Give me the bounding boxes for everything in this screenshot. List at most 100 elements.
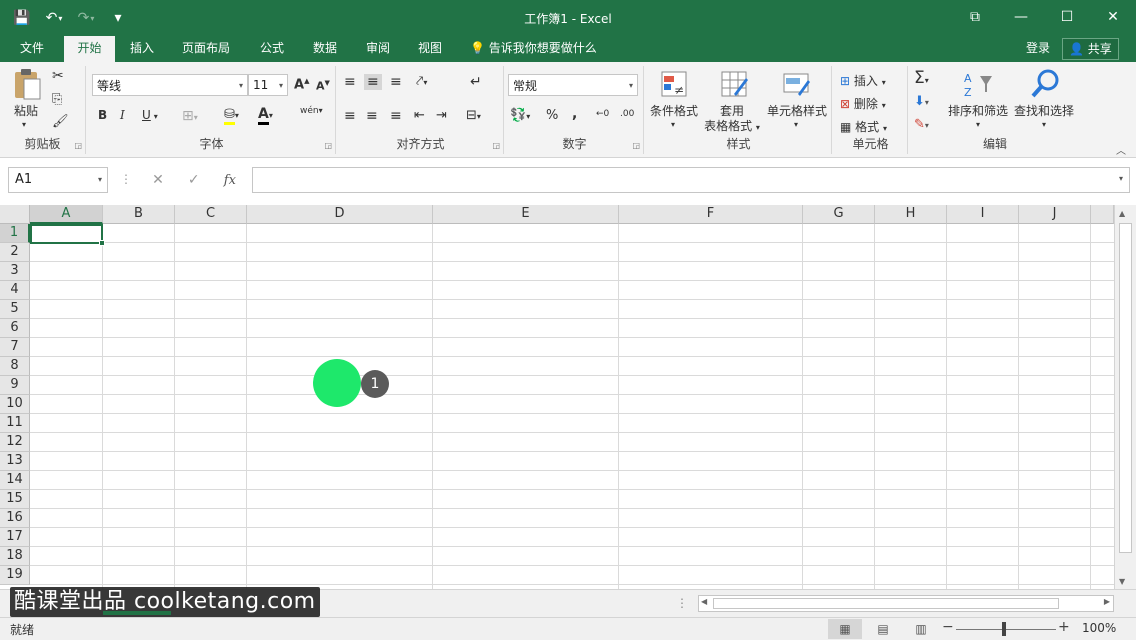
row-header[interactable]: 2	[0, 243, 30, 262]
zoom-out-button[interactable]: −	[942, 619, 954, 635]
formula-input[interactable]: ▾	[252, 167, 1130, 193]
row-header[interactable]: 3	[0, 262, 30, 281]
fill-handle[interactable]	[99, 240, 105, 246]
row-header[interactable]: 1	[0, 224, 30, 243]
scroll-right-icon[interactable]: ▶	[1104, 597, 1110, 606]
active-cell-a1[interactable]	[30, 224, 103, 244]
scroll-up-icon[interactable]: ▲	[1119, 209, 1125, 218]
align-left-button[interactable]: ≡	[344, 108, 356, 124]
fill-button[interactable]: ⬇▾	[914, 94, 929, 109]
format-cells-button[interactable]: ▦ 格式 ▾	[840, 118, 887, 135]
minimize-button[interactable]: —	[998, 0, 1044, 34]
row-header[interactable]: 14	[0, 471, 30, 490]
dialog-launcher-icon[interactable]: ◲	[492, 141, 500, 150]
phonetic-button[interactable]: wén▾	[300, 106, 323, 116]
ribbon-display-options-button[interactable]: ⧉	[952, 0, 998, 34]
row-header[interactable]: 4	[0, 281, 30, 300]
paste-button[interactable]	[12, 68, 42, 102]
name-box[interactable]: A1 ▾	[8, 167, 108, 193]
row-header[interactable]: 13	[0, 452, 30, 471]
orientation-button[interactable]: ⤤▾	[416, 74, 427, 89]
formula-bar-splitter[interactable]: ⋮	[120, 172, 132, 186]
column-header-h[interactable]: H	[875, 205, 947, 224]
merge-center-button[interactable]: ⊟▾	[466, 108, 481, 123]
column-header-f[interactable]: F	[619, 205, 803, 224]
row-header[interactable]: 18	[0, 547, 30, 566]
decrease-indent-button[interactable]: ⇤	[414, 108, 425, 123]
tab-insert[interactable]: 插入	[124, 36, 160, 62]
increase-indent-button[interactable]: ⇥	[436, 108, 447, 123]
row-header[interactable]: 10	[0, 395, 30, 414]
format-as-table-button[interactable]: 套用 表格格式 ▾	[702, 104, 762, 135]
font-name-select[interactable]: 等线 ▾	[92, 74, 248, 96]
align-top-button[interactable]: ≡	[344, 74, 356, 90]
clear-button[interactable]: ✎▾	[914, 117, 929, 132]
share-button[interactable]: 👤 共享	[1062, 38, 1119, 60]
close-button[interactable]: ✕	[1090, 0, 1136, 34]
increase-decimal-button[interactable]: ←0	[596, 109, 609, 119]
scroll-down-icon[interactable]: ▼	[1119, 577, 1125, 586]
row-header[interactable]: 7	[0, 338, 30, 357]
shrink-font-button[interactable]: A▼	[316, 79, 330, 93]
collapse-ribbon-button[interactable]: ︿	[1116, 142, 1126, 157]
worksheet-grid[interactable]: A B C D E F G H I J 1 2 3 4 5 6 7 8 9 10…	[0, 205, 1136, 589]
autosum-button[interactable]: Σ▾	[914, 68, 929, 88]
number-format-select[interactable]: 常规 ▾	[508, 74, 638, 96]
tab-home[interactable]: 开始	[64, 36, 115, 62]
decrease-decimal-button[interactable]: .00	[620, 109, 634, 119]
tab-file[interactable]: 文件	[14, 36, 50, 62]
confirm-entry-icon[interactable]: ✓	[188, 172, 200, 188]
align-center-button[interactable]: ≡	[366, 108, 378, 124]
row-header[interactable]: 12	[0, 433, 30, 452]
row-header[interactable]: 17	[0, 528, 30, 547]
expand-formula-bar-icon[interactable]: ▾	[1119, 174, 1123, 183]
column-header-d[interactable]: D	[247, 205, 433, 224]
row-header[interactable]: 5	[0, 300, 30, 319]
maximize-button[interactable]: ☐	[1044, 0, 1090, 34]
column-header-g[interactable]: G	[803, 205, 875, 224]
dialog-launcher-icon[interactable]: ◲	[632, 141, 640, 150]
active-sheet-tab[interactable]	[103, 611, 171, 615]
page-break-view-button[interactable]: ▥	[904, 619, 938, 639]
tab-page-layout[interactable]: 页面布局	[176, 36, 236, 62]
row-header[interactable]: 9	[0, 376, 30, 395]
tab-view[interactable]: 视图	[412, 36, 448, 62]
bold-button[interactable]: B	[98, 108, 107, 122]
column-header-overflow[interactable]	[1091, 205, 1114, 224]
column-header-e[interactable]: E	[433, 205, 619, 224]
dialog-launcher-icon[interactable]: ◲	[324, 141, 332, 150]
row-header[interactable]: 16	[0, 509, 30, 528]
italic-button[interactable]: I	[120, 108, 125, 122]
sort-filter-button[interactable]: 排序和筛选	[946, 104, 1010, 119]
page-layout-view-button[interactable]: ▤	[866, 619, 900, 639]
sign-in-link[interactable]: 登录	[1026, 36, 1050, 60]
accounting-format-button[interactable]: 💱▾	[510, 108, 530, 123]
borders-button[interactable]: ⊞▾	[182, 108, 198, 124]
zoom-slider-thumb[interactable]	[1002, 622, 1006, 636]
delete-cells-button[interactable]: ⊠ 删除 ▾	[840, 95, 886, 112]
comma-button[interactable]: ,	[572, 106, 577, 122]
column-header-c[interactable]: C	[175, 205, 247, 224]
format-painter-button[interactable]: 🖌	[52, 114, 69, 129]
scroll-left-icon[interactable]: ◀	[701, 597, 707, 606]
align-right-button[interactable]: ≡	[390, 108, 402, 124]
normal-view-button[interactable]: ▦	[828, 619, 862, 639]
column-header-a[interactable]: A	[30, 205, 103, 224]
row-header[interactable]: 6	[0, 319, 30, 338]
horizontal-scrollbar[interactable]: ◀ ▶	[698, 595, 1114, 612]
find-select-button[interactable]: 查找和选择	[1010, 104, 1078, 119]
zoom-slider[interactable]	[956, 629, 1056, 630]
fill-color-button[interactable]: ⛁▾	[224, 107, 239, 125]
conditional-formatting-button[interactable]: 条件格式	[646, 104, 702, 119]
copy-button[interactable]: ⎘	[52, 92, 62, 107]
insert-cells-button[interactable]: ⊞ 插入 ▾	[840, 72, 886, 89]
insert-function-icon[interactable]: fx	[224, 173, 236, 188]
tab-formulas[interactable]: 公式	[254, 36, 290, 62]
tab-review[interactable]: 审阅	[360, 36, 396, 62]
font-size-select[interactable]: 11 ▾	[248, 74, 288, 96]
column-header-b[interactable]: B	[103, 205, 175, 224]
font-color-button[interactable]: A▾	[258, 106, 273, 125]
tab-split-handle[interactable]: ⋮	[676, 596, 688, 610]
row-header[interactable]: 15	[0, 490, 30, 509]
column-header-j[interactable]: J	[1019, 205, 1091, 224]
